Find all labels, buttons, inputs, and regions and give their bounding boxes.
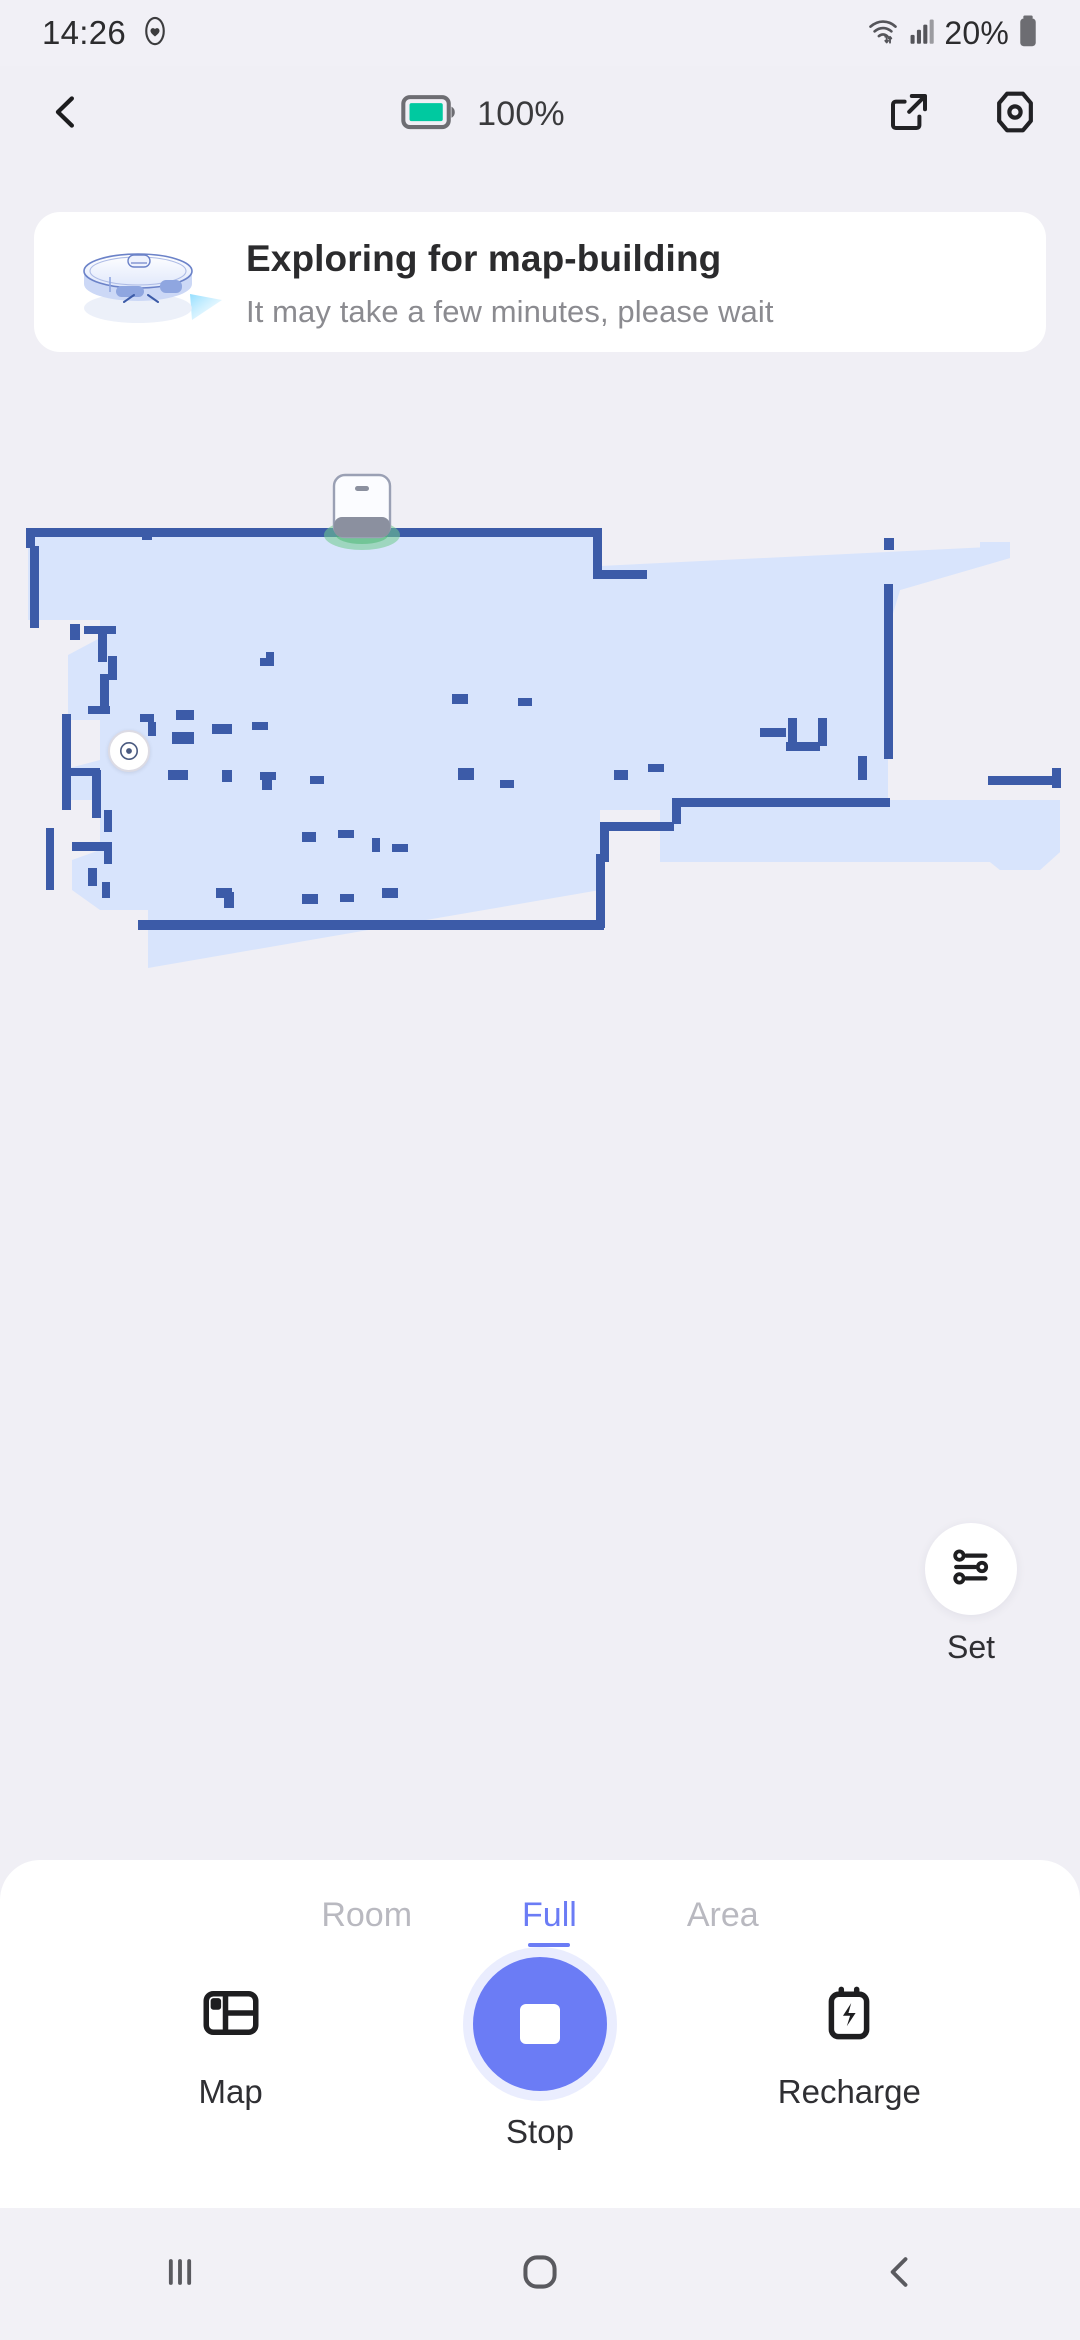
bottom-control-sheet: Room Full Area Map Stop Recharge (0, 1860, 1080, 2208)
device-settings-button[interactable] (984, 83, 1046, 145)
set-button[interactable]: Set (909, 1523, 1033, 1666)
battery-charging-icon (816, 1975, 882, 2051)
map-floor (28, 530, 1060, 968)
stop-button-circle[interactable] (472, 1957, 607, 2091)
map-layout-icon (198, 1975, 264, 2051)
home-circle-icon (517, 2249, 563, 2300)
chevron-left-icon (44, 90, 88, 139)
status-bar-left: 14:26 (42, 14, 170, 52)
heart-circle-icon (140, 16, 170, 51)
system-navigation-bar (0, 2208, 1080, 2340)
app-header-actions (878, 83, 1046, 145)
tab-full[interactable]: Full (522, 1896, 577, 1947)
share-external-icon (885, 88, 933, 141)
charging-dock-icon (324, 473, 400, 550)
wifi-icon (866, 16, 900, 51)
status-subtitle: It may take a few minutes, please wait (246, 294, 774, 329)
stop-action-button[interactable]: Stop (440, 1957, 640, 2151)
nav-back-button[interactable] (840, 2229, 960, 2319)
home-button[interactable] (480, 2229, 600, 2319)
hex-nut-settings-icon (990, 87, 1040, 142)
status-title: Exploring for map-building (246, 238, 722, 279)
status-card: Exploring for map-building It may take a… (34, 212, 1046, 352)
status-bar-battery-percent: 20% (944, 14, 1009, 51)
map-action-label: Map (198, 2073, 263, 2110)
cellular-signal-icon (909, 17, 935, 50)
stop-action-label: Stop (506, 2113, 574, 2150)
status-card-texts: Exploring for map-building It may take a… (246, 234, 774, 330)
set-button-circle[interactable] (925, 1523, 1017, 1615)
robot-vacuum-illustration (72, 222, 232, 342)
status-bar-clock: 14:26 (42, 14, 127, 51)
battery-status-display: 100% (88, 92, 878, 137)
recharge-action-button[interactable]: Recharge (749, 1975, 949, 2111)
cleaning-mode-tabs: Room Full Area (0, 1860, 1080, 1947)
recents-bars-icon (158, 2250, 202, 2299)
app-header-bar: 100% (0, 66, 1080, 162)
recents-button[interactable] (120, 2229, 240, 2319)
nav-back-icon (878, 2250, 922, 2299)
robot-position-icon[interactable] (108, 730, 150, 772)
tab-room[interactable]: Room (321, 1896, 412, 1947)
status-bar-battery-icon (1018, 15, 1038, 52)
tab-area[interactable]: Area (687, 1896, 759, 1947)
battery-full-icon (401, 92, 459, 137)
set-button-label: Set (946, 1629, 996, 1665)
action-buttons-row: Map Stop Recharge (0, 1947, 1080, 2151)
cleaning-map[interactable] (0, 470, 1080, 1030)
settings-sliders-icon (947, 1543, 995, 1596)
status-bar-right: 20% (866, 15, 1038, 52)
map-action-button[interactable]: Map (131, 1975, 331, 2111)
system-status-bar: 14:26 20% (0, 0, 1080, 66)
recharge-action-label: Recharge (777, 2073, 921, 2110)
stop-square-icon (519, 2004, 560, 2044)
share-button[interactable] (878, 83, 940, 145)
battery-percent-label: 100% (477, 94, 565, 133)
